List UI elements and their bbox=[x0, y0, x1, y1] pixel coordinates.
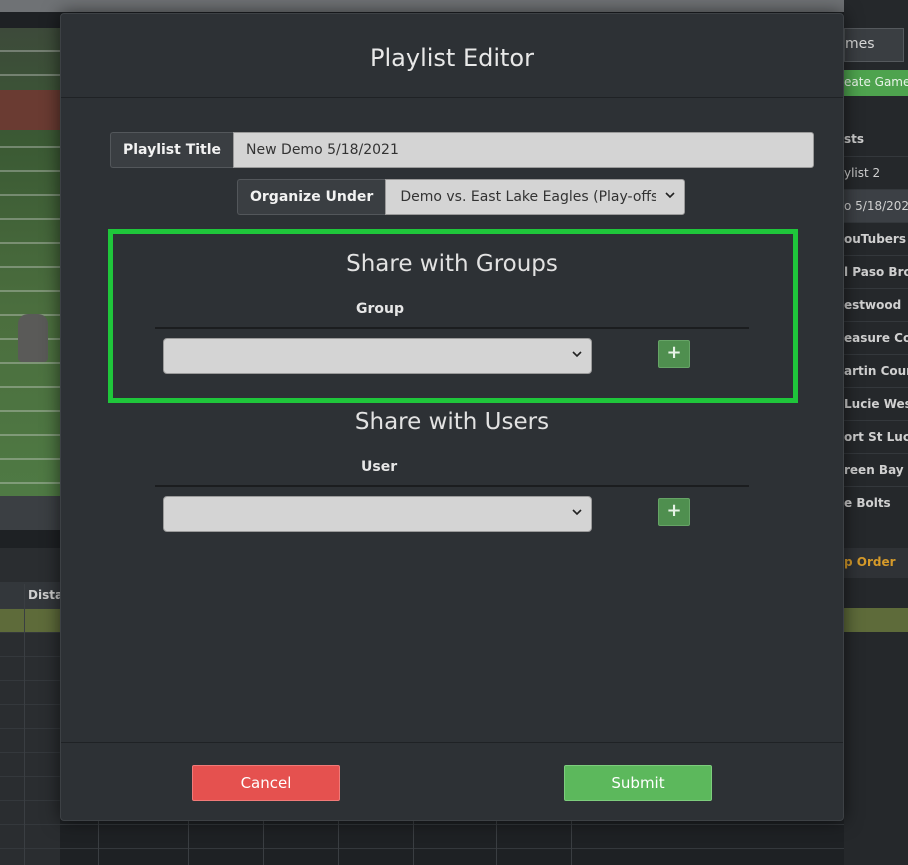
group-select[interactable] bbox=[163, 338, 592, 374]
organize-under-wrapper: Demo vs. East Lake Eagles (Play-offs) bbox=[385, 179, 686, 215]
playlist-title-label: Playlist Title bbox=[110, 132, 234, 168]
plays-table: Distan bbox=[0, 548, 72, 865]
create-game-button[interactable]: eate Game bbox=[844, 70, 908, 96]
playlist-item[interactable]: ouTubers bbox=[844, 222, 908, 256]
group-column-rule bbox=[155, 327, 749, 329]
playlist-item-label: ort St Lucie bbox=[844, 430, 908, 444]
playlist-item-label: l Paso Bron bbox=[844, 265, 908, 279]
submit-button[interactable]: Submit bbox=[564, 765, 712, 801]
table-row-highlighted[interactable] bbox=[0, 608, 60, 632]
add-group-button[interactable]: + bbox=[658, 340, 690, 368]
playlist-item[interactable]: easure Coas bbox=[844, 321, 908, 355]
modal-footer: Cancel Submit bbox=[61, 742, 843, 821]
share-groups-heading: Share with Groups bbox=[346, 251, 558, 277]
playlist-item-label: easure Coas bbox=[844, 331, 908, 345]
table-row-highlighted bbox=[844, 608, 908, 632]
modal-title: Playlist Editor bbox=[370, 44, 534, 72]
playlist-item[interactable]: reen Bay Pa bbox=[844, 453, 908, 487]
row-divider bbox=[0, 824, 908, 825]
video-player-figure bbox=[18, 314, 48, 362]
playlist-editor-modal: Playlist Editor Playlist Title Organize … bbox=[60, 13, 844, 821]
playlist-item-label: Lucie West bbox=[844, 397, 908, 411]
user-select[interactable] bbox=[163, 496, 592, 532]
top-bar bbox=[0, 0, 908, 12]
playlist-item-label: estwood bbox=[844, 298, 902, 312]
playlist-title-input[interactable] bbox=[233, 132, 815, 168]
tab-games[interactable]: mes bbox=[844, 28, 904, 62]
user-column-rule bbox=[155, 485, 749, 487]
user-select-wrapper bbox=[163, 496, 592, 532]
share-users-heading: Share with Users bbox=[354, 409, 550, 435]
video-track-area bbox=[0, 90, 60, 130]
playlist-order-button[interactable]: p Order bbox=[844, 548, 908, 578]
video-player[interactable] bbox=[0, 28, 60, 496]
playlists-heading: sts bbox=[844, 124, 908, 154]
cancel-button[interactable]: Cancel bbox=[192, 765, 340, 801]
playlist-item[interactable]: artin Count bbox=[844, 354, 908, 388]
playlist-item-label: o 5/18/2021 bbox=[844, 199, 908, 213]
playlist-item-label: ylist 2 bbox=[844, 166, 881, 180]
modal-header: Playlist Editor bbox=[61, 14, 843, 98]
playlist-order-label: p Order bbox=[844, 555, 896, 569]
playlist-item[interactable]: ort St Lucie bbox=[844, 420, 908, 454]
user-column-label: User bbox=[361, 459, 398, 475]
tab-games-label: mes bbox=[845, 36, 875, 52]
playlist-item[interactable]: o 5/18/2021 bbox=[844, 189, 908, 223]
group-select-wrapper bbox=[163, 338, 592, 374]
column-divider bbox=[24, 584, 25, 865]
playlist-item[interactable]: ylist 2 bbox=[844, 156, 908, 190]
playlist-item-label: e Bolts bbox=[844, 496, 891, 510]
playlists-heading-text: sts bbox=[844, 132, 865, 146]
playlist-item-label: ouTubers bbox=[844, 232, 906, 246]
create-game-label: eate Game bbox=[844, 75, 908, 89]
playlist-item-label: artin Count bbox=[844, 364, 908, 378]
organize-under-label: Organize Under bbox=[237, 179, 386, 215]
playlist-title-group: Playlist Title bbox=[110, 132, 815, 168]
organize-under-select[interactable]: Demo vs. East Lake Eagles (Play-offs) bbox=[385, 179, 686, 215]
playlist-item[interactable]: Lucie West bbox=[844, 387, 908, 421]
group-column-label: Group bbox=[356, 301, 405, 317]
row-divider bbox=[0, 848, 908, 849]
playlist-item[interactable]: l Paso Bron bbox=[844, 255, 908, 289]
playlist-item[interactable]: estwood bbox=[844, 288, 908, 322]
add-user-button[interactable]: + bbox=[658, 498, 690, 526]
video-controls bbox=[0, 496, 60, 530]
organize-under-group: Organize Under Demo vs. East Lake Eagles… bbox=[237, 179, 686, 215]
playlist-item-label: reen Bay Pa bbox=[844, 463, 908, 477]
playlists-panel: mes eate Game sts ylist 2 o 5/18/2021 ou… bbox=[844, 0, 908, 865]
table-header: Distan bbox=[0, 582, 72, 608]
playlist-item[interactable]: e Bolts bbox=[844, 486, 908, 520]
